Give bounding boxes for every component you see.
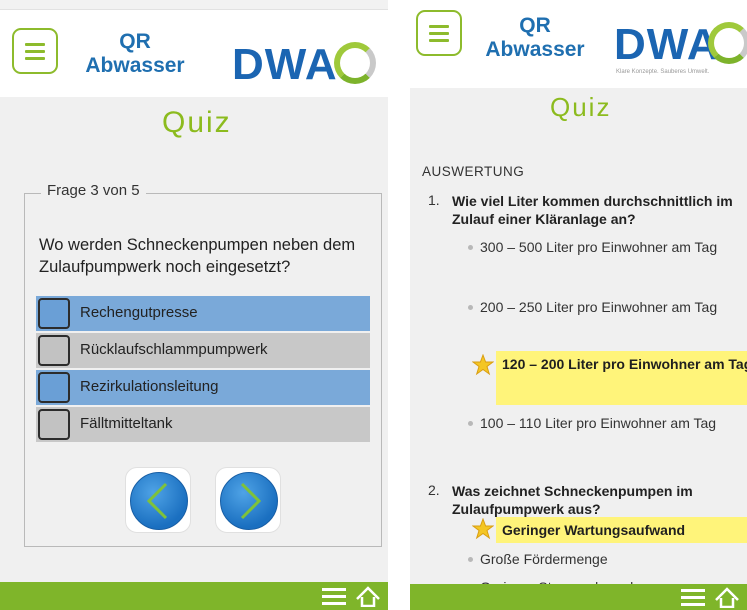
arrow-right-glyph: [240, 482, 262, 520]
footer-icons: [320, 582, 388, 610]
answer-item: 100 – 110 Liter pro Einwohner am Tag: [468, 408, 746, 470]
answer-text: 120 – 200 Liter pro Einwohner am Tag: [502, 356, 747, 372]
results-heading: AUSWERTUNG: [422, 164, 525, 179]
home-up-icon[interactable]: [713, 586, 741, 608]
answer-item: Große Fördermenge: [468, 544, 746, 574]
app-brand: QR Abwasser: [480, 14, 590, 62]
brand-line-2: Abwasser: [485, 38, 585, 61]
answer-text: Geringer Wartungsaufwand: [502, 522, 686, 538]
answer-option[interactable]: Fälltmitteltank: [36, 407, 370, 442]
answer-label: Rechengutpresse: [80, 304, 198, 321]
footer-bar: [0, 582, 388, 610]
answer-option[interactable]: Rechengutpresse: [36, 296, 370, 331]
menu-button[interactable]: [416, 10, 462, 56]
correct-answer: Geringer Wartungsaufwand: [496, 517, 747, 543]
dwa-logo-subtitle: Klare Konzepte. Sauberes Umwelt.: [616, 69, 710, 75]
list-icon[interactable]: [679, 586, 707, 608]
question-text: Wie viel Liter kommen durchschnittlich i…: [452, 193, 733, 227]
answer-option[interactable]: Rücklaufschlammpumpwerk: [36, 333, 370, 368]
footer-bar: [410, 584, 747, 610]
answer-label: Rezirkulationsleitung: [80, 378, 219, 395]
bullet: [468, 305, 473, 310]
header: QR Abwasser DWA Klare Konzepte. Sauberes…: [410, 0, 747, 88]
menu-icon-line: [25, 43, 45, 46]
quiz-question-screen: QR Abwasser DWA Quiz Frage 3 von 5 Wo we…: [0, 0, 388, 610]
question-box: Frage 3 von 5 Wo werden Schneckenpumpen …: [24, 182, 382, 547]
app-brand: QR Abwasser: [80, 30, 190, 78]
answer-text: 200 – 250 Liter pro Einwohner am Tag: [480, 299, 718, 315]
bullet: [468, 557, 473, 562]
menu-icon-line: [429, 25, 449, 28]
correct-answer: 120 – 200 Liter pro Einwohner am Tag: [496, 351, 747, 405]
page-title: Quiz: [550, 92, 612, 122]
answer-option[interactable]: Rezirkulationsleitung: [36, 370, 370, 405]
dwa-logo-ring: [334, 42, 376, 84]
arrow-left-glyph: [146, 482, 168, 520]
brand-line-2: Abwasser: [85, 54, 185, 77]
brand-line-1: QR: [119, 30, 151, 53]
answer-item: 200 – 250 Liter pro Einwohner am Tag: [468, 292, 746, 354]
question-text: Wo werden Schneckenpumpen neben dem Zula…: [39, 236, 356, 276]
answer-item: 300 – 500 Liter pro Einwohner am Tag: [468, 232, 746, 294]
footer-icons: [679, 584, 747, 610]
question-text: Was zeichnet Schneckenpumpen im Zulaufpu…: [452, 483, 693, 517]
page-title: Quiz: [162, 106, 232, 139]
next-button[interactable]: [215, 467, 281, 533]
question-number: 1.: [428, 192, 440, 208]
home-up-icon[interactable]: [354, 585, 382, 607]
menu-icon-line: [25, 57, 45, 60]
quiz-results-screen: QR Abwasser DWA Klare Konzepte. Sauberes…: [410, 0, 747, 610]
question-progress: Frage 3 von 5: [41, 182, 146, 199]
answer-text: 300 – 500 Liter pro Einwohner am Tag: [480, 239, 718, 255]
answer-text: 100 – 110 Liter pro Einwohner am Tag: [480, 415, 717, 431]
dwa-logo-text: DWA: [614, 20, 720, 69]
answer-label: Rücklaufschlammpumpwerk: [80, 341, 268, 358]
menu-button[interactable]: [12, 28, 58, 74]
answer-checkbox[interactable]: [38, 335, 70, 366]
star-icon: [472, 354, 494, 376]
menu-icon-line: [429, 39, 449, 42]
dwa-logo-ring: [708, 22, 747, 64]
previous-button[interactable]: [125, 467, 191, 533]
answer-options: Rechengutpresse Rücklaufschlammpumpwerk …: [36, 296, 370, 444]
question-number: 2.: [428, 482, 440, 498]
menu-icon-line: [25, 50, 45, 53]
answer-checkbox[interactable]: [38, 372, 70, 403]
dwa-logo-text: DWA: [232, 40, 338, 89]
answer-text: Große Fördermenge: [480, 551, 608, 567]
status-strip: [0, 0, 388, 10]
header: QR Abwasser DWA: [0, 0, 388, 97]
answer-label: Fälltmitteltank: [80, 415, 173, 432]
menu-icon-line: [429, 32, 449, 35]
answer-checkbox[interactable]: [38, 298, 70, 329]
star-icon: [472, 518, 494, 540]
brand-line-1: QR: [519, 14, 551, 37]
bullet: [468, 421, 473, 426]
answer-checkbox[interactable]: [38, 409, 70, 440]
bullet: [468, 245, 473, 250]
list-icon[interactable]: [320, 585, 348, 607]
